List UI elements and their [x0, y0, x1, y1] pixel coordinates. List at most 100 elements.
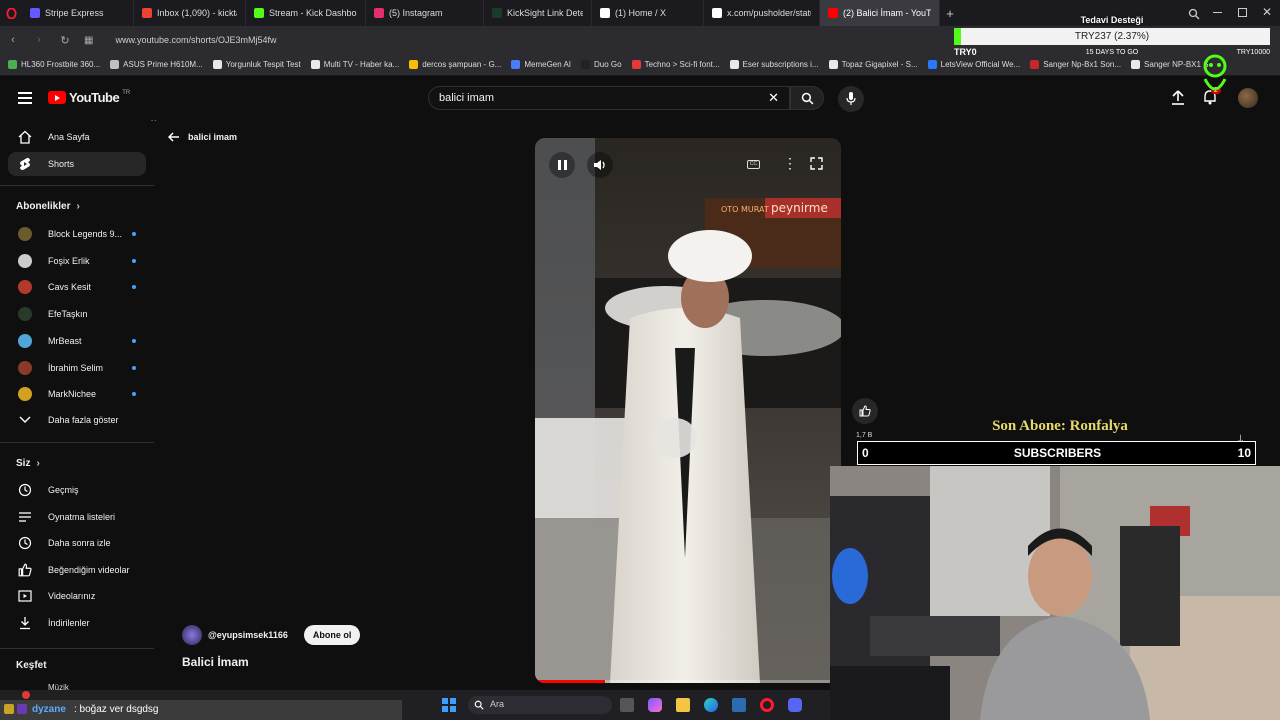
show-more-button[interactable]: Daha fazla göster	[8, 408, 146, 432]
discord-icon[interactable]	[788, 698, 802, 712]
file-explorer-icon[interactable]	[676, 698, 690, 712]
sidebar-item-label: MarkNichee	[48, 389, 97, 400]
taskbar-search[interactable]: Ara	[468, 696, 612, 714]
opera-menu-icon[interactable]	[0, 0, 22, 26]
browser-tab[interactable]: Stream - Kick Dashboard	[246, 0, 366, 26]
bookmark-item[interactable]: Duo Go	[581, 60, 622, 69]
channel-avatar	[18, 280, 32, 295]
short-title: Balici İmam	[182, 655, 249, 669]
channel-avatar[interactable]	[182, 625, 202, 645]
store-icon[interactable]	[732, 698, 746, 712]
chat-message: dyzane : boğaz ver dsgdsg	[0, 700, 402, 720]
voice-search-button[interactable]	[838, 86, 864, 112]
site-info-icon[interactable]: ▦	[84, 35, 93, 46]
forward-arrow-icon[interactable]: ›	[32, 34, 46, 46]
opera-icon[interactable]	[760, 698, 774, 712]
bookmark-favicon-icon	[110, 60, 120, 69]
chevron-down-icon	[18, 413, 32, 427]
volume-button[interactable]	[587, 152, 613, 178]
like-count: 1,7 B	[856, 432, 873, 439]
chat-badge-icon	[4, 704, 14, 714]
subscriptions-heading[interactable]: Abonelikler ›	[16, 201, 80, 212]
bookmark-item[interactable]: Eser subscriptions i...	[729, 60, 819, 69]
channel-avatar	[18, 333, 32, 348]
taskbar-search-placeholder: Ara	[490, 699, 505, 709]
channel-handle[interactable]: @eyupsimsek1166	[208, 630, 288, 640]
explore-item-label[interactable]: Müzik	[48, 683, 69, 690]
sidebar-you-item[interactable]: İndirilenler	[8, 611, 146, 635]
task-view-icon[interactable]	[620, 698, 634, 712]
home-icon	[18, 130, 32, 144]
minimize-button[interactable]	[1213, 12, 1222, 13]
bookmark-item[interactable]: Sanger NP-BX1 S	[1131, 60, 1209, 69]
sidebar-subscription-item[interactable]: EfeTaşkın	[8, 302, 146, 326]
sidebar-subscription-item[interactable]: MarkNichee	[8, 382, 146, 406]
reload-icon[interactable]: ↻	[58, 34, 72, 47]
sidebar-item-home[interactable]: Ana Sayfa	[8, 125, 146, 149]
hamburger-menu-icon[interactable]	[18, 92, 32, 104]
back-to-search-link[interactable]: balici imam	[168, 132, 237, 142]
upload-icon[interactable]	[1171, 90, 1185, 110]
sidebar-subscription-item[interactable]: Block Legends 9...	[8, 222, 146, 246]
new-content-dot	[132, 365, 136, 370]
search-icon	[801, 92, 814, 105]
youtube-play-icon	[48, 91, 66, 104]
bookmark-label: Multi TV - Haber ka...	[323, 60, 400, 69]
tab-label: Inbox (1,090) - kicktasking	[157, 8, 237, 18]
sidebar-item-shorts[interactable]: Shorts	[8, 152, 146, 176]
sidebar-collapse-icon[interactable]: ˄	[151, 120, 156, 124]
subscribe-button[interactable]: Abone ol	[303, 625, 361, 645]
search-input[interactable]: balici imam ✕	[428, 86, 790, 110]
you-heading[interactable]: Siz ›	[16, 458, 40, 469]
browser-tab[interactable]: Inbox (1,090) - kicktasking	[134, 0, 246, 26]
search-button[interactable]	[790, 86, 824, 110]
more-options-icon[interactable]: ⋮	[783, 156, 797, 170]
bookmark-item[interactable]: Topaz Gigapixel - S...	[828, 60, 918, 69]
bookmark-item[interactable]: HL360 Frostbite 360...	[8, 60, 100, 69]
sidebar-subscription-item[interactable]: Foşix Erlik	[8, 249, 146, 273]
youtube-logo[interactable]: YouTube TR	[48, 90, 130, 105]
browser-tab[interactable]: (2) Balici İmam - YouT	[820, 0, 940, 26]
bookmark-item[interactable]: ASUS Prime H610M...	[110, 60, 203, 69]
pause-button[interactable]	[549, 152, 575, 178]
video-progress-track[interactable]	[535, 680, 841, 683]
back-arrow-icon[interactable]: ‹	[6, 34, 20, 46]
bookmark-item[interactable]: Techno > Sci-fi font...	[631, 60, 720, 69]
sidebar-you-item[interactable]: Oynatma listeleri	[8, 505, 146, 529]
browser-tab[interactable]: (5) Instagram	[366, 0, 484, 26]
tab-label: (5) Instagram	[389, 8, 443, 18]
copilot-icon[interactable]	[648, 698, 662, 712]
windows-start-icon[interactable]	[442, 698, 456, 712]
sidebar-subscription-item[interactable]: İbrahim Selim	[8, 356, 146, 380]
tab-label: Stripe Express	[45, 8, 104, 18]
sidebar-you-item[interactable]: Daha sonra izle	[8, 531, 146, 555]
like-button[interactable]	[852, 398, 878, 424]
edge-icon[interactable]	[704, 698, 718, 712]
browser-tab[interactable]: KickSight Link Detector	[484, 0, 592, 26]
sidebar-subscription-item[interactable]: Cavs Kesit	[8, 275, 146, 299]
account-avatar[interactable]	[1238, 88, 1258, 108]
browser-tab[interactable]: (1) Home / X	[592, 0, 704, 26]
bookmark-item[interactable]: Multi TV - Haber ka...	[310, 60, 400, 69]
sidebar-you-item[interactable]: Beğendiğim videolar	[8, 558, 146, 582]
shorts-video-player[interactable]: peynirme OTO MURAT CC ⋮	[535, 138, 841, 683]
browser-tab[interactable]: x.com/pusholder/status/2	[704, 0, 820, 26]
bookmark-item[interactable]: Sanger Np-Bx1 Son...	[1030, 60, 1121, 69]
sidebar-subscription-item[interactable]: MrBeast	[8, 329, 146, 353]
clock-icon	[18, 536, 32, 550]
bookmark-favicon-icon	[310, 60, 320, 69]
bookmark-item[interactable]: MemeGen AI	[511, 60, 571, 69]
captions-icon[interactable]: CC	[747, 160, 760, 169]
bookmark-favicon-icon	[828, 60, 838, 69]
chevron-right-icon: ›	[76, 201, 80, 212]
fullscreen-icon[interactable]	[810, 157, 823, 175]
clear-search-icon[interactable]: ✕	[768, 90, 779, 106]
bookmark-item[interactable]: dercos şampuan - G...	[409, 60, 501, 69]
bookmark-item[interactable]: Yorgunluk Tespit Test	[212, 60, 301, 69]
bookmark-item[interactable]: LetsView Official We...	[927, 60, 1020, 69]
new-content-dot	[132, 338, 136, 343]
browser-tab[interactable]: Stripe Express	[22, 0, 134, 26]
sidebar-you-item[interactable]: Geçmiş	[8, 478, 146, 502]
sidebar-you-item[interactable]: Videolarınız	[8, 584, 146, 608]
url-field[interactable]: www.youtube.com/shorts/OJE3mMj54fw	[115, 35, 276, 45]
